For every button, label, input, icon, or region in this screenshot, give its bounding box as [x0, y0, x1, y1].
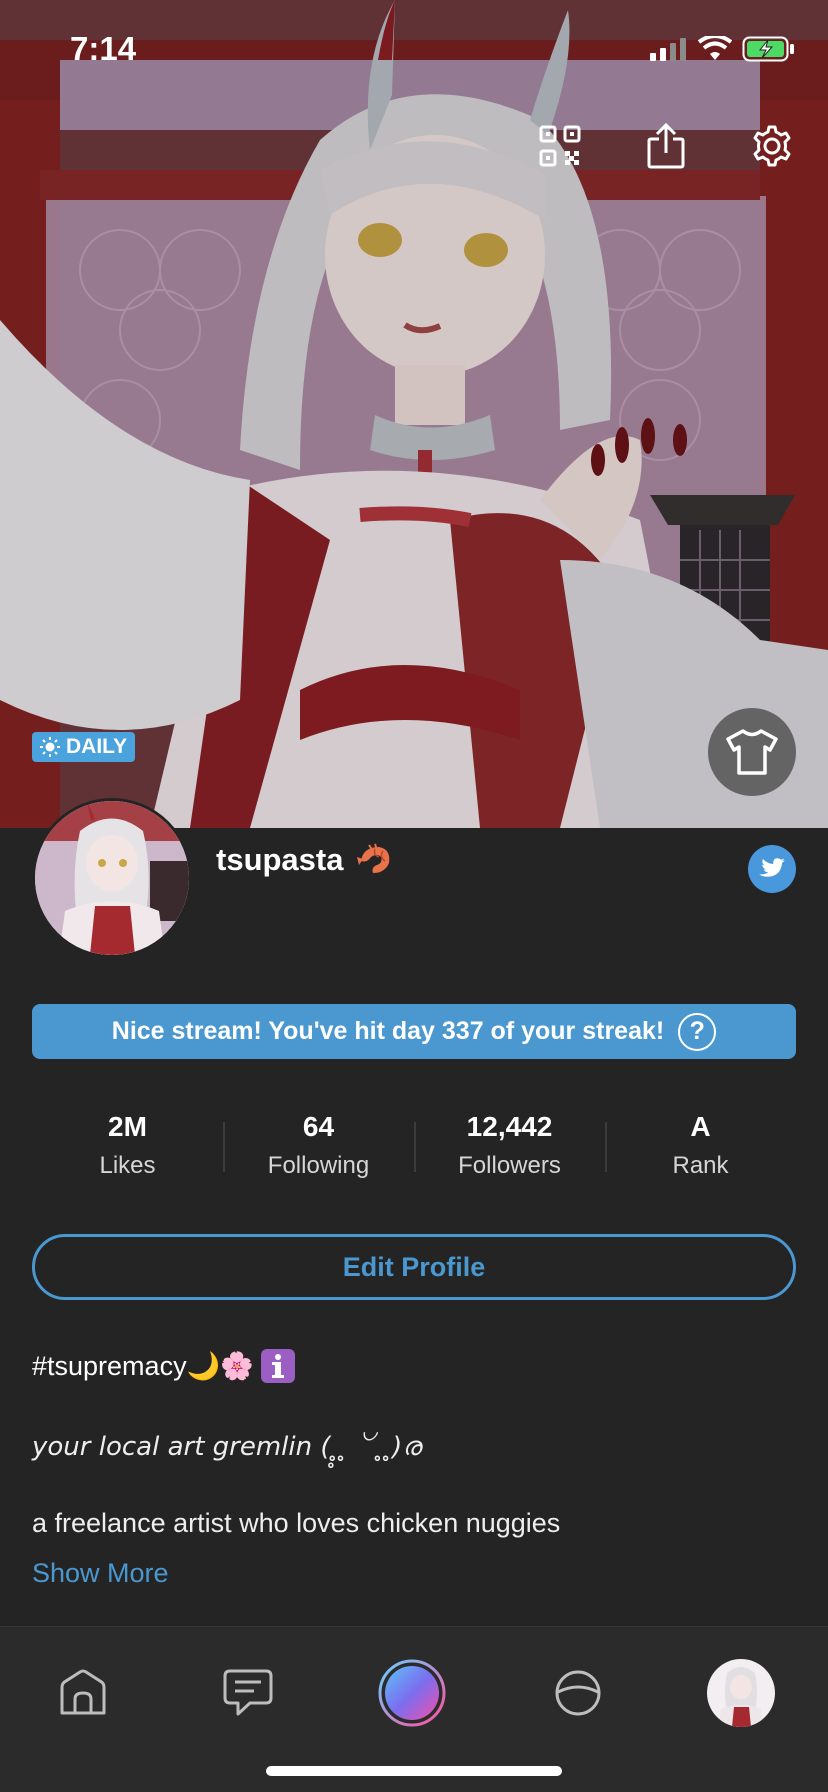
- shrimp-icon: [357, 843, 390, 873]
- daily-label: DAILY: [66, 735, 128, 758]
- daily-badge[interactable]: DAILY: [32, 732, 136, 762]
- stat-value: A: [690, 1111, 711, 1142]
- help-icon[interactable]: ?: [678, 1012, 717, 1051]
- qr-code-button[interactable]: [532, 118, 588, 174]
- profile-stats: 2M Likes 64 Following 12,442 Followers A…: [32, 1108, 796, 1188]
- status-icons: [648, 34, 796, 64]
- wifi-icon: [698, 36, 732, 60]
- stat-value: 12,442: [466, 1111, 553, 1142]
- shirt-icon: [726, 729, 778, 775]
- tab-home[interactable]: [47, 1657, 119, 1729]
- outfit-button[interactable]: [708, 708, 796, 796]
- stat-value: 64: [302, 1111, 335, 1142]
- stat-followers[interactable]: 12,442 Followers: [414, 1108, 605, 1188]
- bio-line-description: a freelance artist who loves chicken nug…: [32, 1508, 561, 1538]
- profile-top-actions: [532, 118, 800, 174]
- home-indicator: [266, 1766, 562, 1776]
- settings-button[interactable]: [744, 118, 800, 174]
- home-icon: [60, 1669, 106, 1715]
- bio-line-hashtag: #tsupremacy🌙🌸: [32, 1348, 296, 1384]
- live-icon: [378, 1659, 446, 1727]
- stat-label: Followers: [458, 1152, 561, 1179]
- twitter-icon: [759, 858, 785, 877]
- stat-label: Likes: [99, 1152, 156, 1179]
- bio-line-tagline: your local art gremlin ( ̥̥ ̥ ꒡ ̥ ̥)ര: [32, 1432, 421, 1462]
- edit-profile-button[interactable]: Edit Profile: [32, 1234, 796, 1300]
- profile-avatar: [707, 1659, 775, 1727]
- stat-rank[interactable]: A Rank: [605, 1108, 796, 1188]
- info-icon: [260, 1349, 295, 1383]
- bio-hashtag-text: #tsupremacy🌙🌸: [32, 1351, 254, 1381]
- tab-explore[interactable]: [542, 1657, 614, 1729]
- share-icon: [647, 123, 685, 169]
- username: tsupasta: [216, 842, 393, 878]
- tab-chat[interactable]: [212, 1657, 284, 1729]
- profile-banner: 7:14 DAILY: [0, 0, 828, 828]
- show-more-link[interactable]: Show More: [32, 1558, 169, 1589]
- gear-icon: [753, 125, 791, 167]
- stat-label: Rank: [672, 1152, 729, 1179]
- tab-profile[interactable]: [707, 1659, 775, 1727]
- explore-icon: [555, 1670, 601, 1716]
- stat-likes[interactable]: 2M Likes: [32, 1108, 223, 1188]
- stat-value: 2M: [108, 1111, 147, 1142]
- twitter-link-button[interactable]: [748, 845, 796, 893]
- qr-code-icon: [539, 125, 581, 167]
- username-text: tsupasta: [216, 842, 344, 877]
- signal-icon: [650, 38, 686, 61]
- battery-charging-icon: [742, 36, 794, 62]
- streak-message: Nice stream! You've hit day 337 of your …: [111, 1017, 665, 1045]
- profile-avatar[interactable]: [32, 798, 192, 958]
- status-bar: 7:14: [0, 0, 828, 100]
- tab-go-live[interactable]: [376, 1657, 448, 1729]
- avatar-image: [35, 801, 189, 955]
- chat-icon: [223, 1669, 273, 1716]
- status-time: 7:14: [70, 30, 137, 67]
- streak-banner[interactable]: Nice stream! You've hit day 337 of your …: [32, 1004, 796, 1059]
- stat-following[interactable]: 64 Following: [223, 1108, 414, 1188]
- sun-icon: [40, 737, 60, 757]
- stat-label: Following: [267, 1152, 370, 1179]
- share-button[interactable]: [638, 118, 694, 174]
